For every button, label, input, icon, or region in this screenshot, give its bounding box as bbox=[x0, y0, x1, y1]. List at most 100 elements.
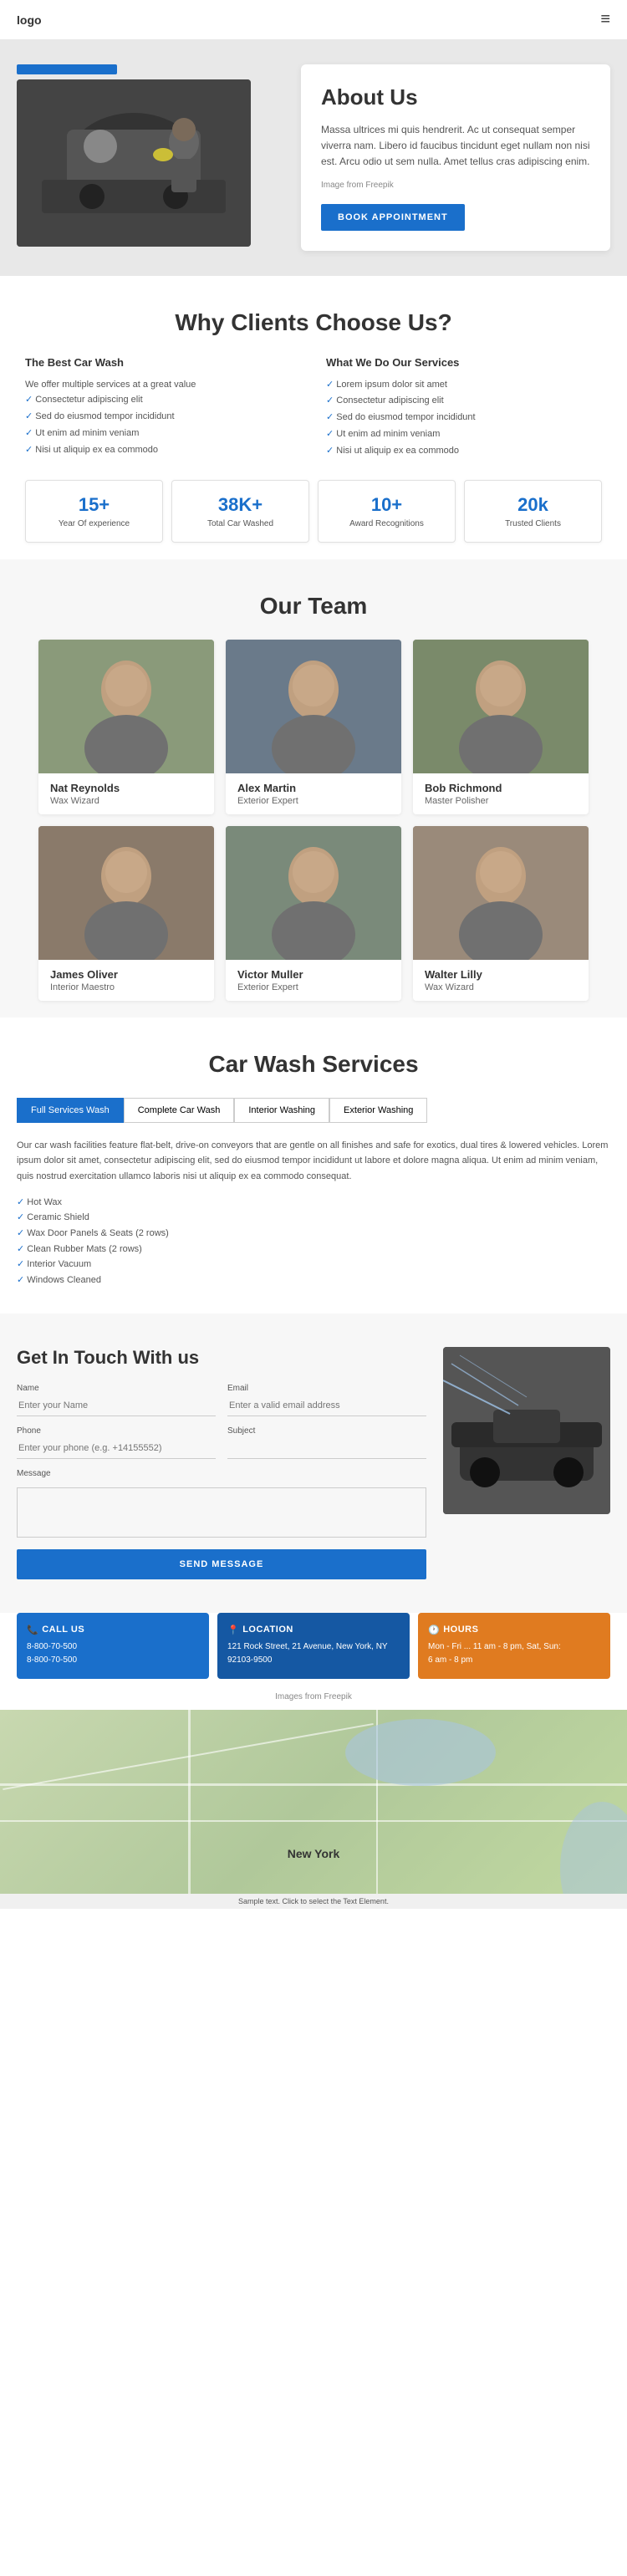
info-box-icon: 🕐 bbox=[428, 1625, 440, 1635]
services-content: Our car wash facilities feature flat-bel… bbox=[17, 1138, 610, 1288]
list-item: Windows Cleaned bbox=[17, 1273, 610, 1288]
stat-box: 20k Trusted Clients bbox=[464, 480, 602, 543]
hamburger-menu[interactable]: ≡ bbox=[600, 10, 610, 29]
services-title: Car Wash Services bbox=[17, 1051, 610, 1078]
why-col-2: What We Do Our Services Lorem ipsum dolo… bbox=[326, 356, 602, 460]
stat-box: 10+ Award Recognitions bbox=[318, 480, 456, 543]
service-tab[interactable]: Exterior Washing bbox=[329, 1098, 427, 1123]
team-member-role: Exterior Expert bbox=[237, 796, 390, 806]
why-grid: The Best Car Wash We offer multiple serv… bbox=[25, 356, 602, 460]
contact-title: Get In Touch With us bbox=[17, 1347, 426, 1369]
list-item: Hot Wax bbox=[17, 1195, 610, 1211]
email-field: Email bbox=[227, 1384, 426, 1416]
info-box-text: 8-800-70-500 bbox=[27, 1640, 199, 1654]
info-boxes: 📞 CALL US 8-800-70-5008-800-70-500 📍 LOC… bbox=[0, 1613, 627, 1687]
map-label: New York bbox=[288, 1847, 340, 1860]
stat-number: 15+ bbox=[34, 494, 154, 516]
name-label: Name bbox=[17, 1384, 216, 1393]
list-item: Ceramic Shield bbox=[17, 1210, 610, 1226]
subject-input[interactable] bbox=[227, 1438, 426, 1459]
name-field: Name bbox=[17, 1384, 216, 1416]
hero-image bbox=[17, 79, 251, 247]
subject-field: Subject bbox=[227, 1426, 426, 1459]
team-card: Walter Lilly Wax Wizard bbox=[413, 826, 589, 1001]
name-input[interactable] bbox=[17, 1395, 216, 1416]
service-tab[interactable]: Interior Washing bbox=[234, 1098, 329, 1123]
team-member-name: Alex Martin bbox=[237, 782, 390, 794]
team-info: Nat Reynolds Wax Wizard bbox=[38, 773, 214, 814]
list-item: Ut enim ad minim veniam bbox=[326, 426, 602, 443]
phone-input[interactable] bbox=[17, 1438, 216, 1459]
info-box-icon: 📞 bbox=[27, 1625, 38, 1635]
team-member-name: Bob Richmond bbox=[425, 782, 577, 794]
email-input[interactable] bbox=[227, 1395, 426, 1416]
list-item: Consectetur adipiscing elit bbox=[326, 393, 602, 410]
stat-number: 20k bbox=[473, 494, 593, 516]
team-member-role: Wax Wizard bbox=[50, 796, 202, 806]
stat-label: Trusted Clients bbox=[473, 519, 593, 528]
team-info: Victor Muller Exterior Expert bbox=[226, 960, 401, 1001]
why-title: Why Clients Choose Us? bbox=[25, 309, 602, 336]
team-info: Walter Lilly Wax Wizard bbox=[413, 960, 589, 1001]
team-member-role: Exterior Expert bbox=[237, 982, 390, 992]
service-tab[interactable]: Complete Car Wash bbox=[124, 1098, 235, 1123]
stat-number: 38K+ bbox=[181, 494, 300, 516]
list-item: Consectetur adipiscing elit bbox=[25, 392, 301, 409]
team-photo bbox=[413, 826, 589, 960]
services-list: Hot WaxCeramic ShieldWax Door Panels & S… bbox=[17, 1195, 610, 1288]
stat-label: Total Car Washed bbox=[181, 519, 300, 528]
team-info: Bob Richmond Master Polisher bbox=[413, 773, 589, 814]
why-section: Why Clients Choose Us? The Best Car Wash… bbox=[0, 276, 627, 559]
info-box-title: 📞 CALL US bbox=[27, 1625, 199, 1635]
about-body: Massa ultrices mi quis hendrerit. Ac ut … bbox=[321, 122, 590, 171]
team-section: Our Team Nat Reynolds Wax Wizard Ale bbox=[0, 559, 627, 1018]
tabs-row: Full Services WashComplete Car WashInter… bbox=[17, 1098, 610, 1123]
email-label: Email bbox=[227, 1384, 426, 1393]
team-card: James Oliver Interior Maestro bbox=[38, 826, 214, 1001]
info-box-icon: 📍 bbox=[227, 1625, 239, 1635]
list-item: Interior Vacuum bbox=[17, 1257, 610, 1273]
stat-number: 10+ bbox=[327, 494, 446, 516]
why-col1-title: The Best Car Wash bbox=[25, 356, 301, 369]
list-item: Sed do eiusmod tempor incididunt bbox=[25, 409, 301, 426]
book-appointment-button[interactable]: BOOK APPOINTMENT bbox=[321, 204, 465, 231]
team-member-role: Master Polisher bbox=[425, 796, 577, 806]
message-field: Message bbox=[17, 1469, 426, 1538]
why-col2-list: Lorem ipsum dolor sit ametConsectetur ad… bbox=[326, 377, 602, 460]
service-tab[interactable]: Full Services Wash bbox=[17, 1098, 124, 1123]
stat-label: Year Of experience bbox=[34, 519, 154, 528]
message-textarea[interactable] bbox=[17, 1487, 426, 1538]
list-item: Nisi ut aliquip ex ea commodo bbox=[326, 443, 602, 460]
about-title: About Us bbox=[321, 84, 590, 110]
team-card: Victor Muller Exterior Expert bbox=[226, 826, 401, 1001]
info-box-text: 6 am - 8 pm bbox=[428, 1654, 600, 1667]
contact-form: Get In Touch With us Name Email Phone Su… bbox=[17, 1347, 426, 1579]
team-photo bbox=[226, 640, 401, 773]
send-message-button[interactable]: SEND MESSAGE bbox=[17, 1549, 426, 1579]
image-credit: Image from Freepik bbox=[321, 179, 590, 192]
team-member-name: James Oliver bbox=[50, 968, 202, 981]
subject-label: Subject bbox=[227, 1426, 426, 1436]
team-info: James Oliver Interior Maestro bbox=[38, 960, 214, 1001]
why-col-1: The Best Car Wash We offer multiple serv… bbox=[25, 356, 301, 460]
team-title: Our Team bbox=[17, 593, 610, 620]
team-info: Alex Martin Exterior Expert bbox=[226, 773, 401, 814]
message-label: Message bbox=[17, 1469, 426, 1478]
hero-blue-accent-top bbox=[17, 64, 117, 74]
info-box-title: 📍 LOCATION bbox=[227, 1625, 400, 1635]
services-section: Car Wash Services Full Services WashComp… bbox=[0, 1018, 627, 1314]
info-box-text: 121 Rock Street, 21 Avenue, New York, NY… bbox=[227, 1640, 400, 1667]
team-member-role: Wax Wizard bbox=[425, 982, 577, 992]
list-item: Clean Rubber Mats (2 rows) bbox=[17, 1242, 610, 1257]
why-col2-title: What We Do Our Services bbox=[326, 356, 602, 369]
why-col1-text: We offer multiple services at a great va… bbox=[25, 377, 301, 393]
team-photo bbox=[38, 640, 214, 773]
contact-image bbox=[443, 1347, 610, 1514]
why-col1-list: Consectetur adipiscing elitSed do eiusmo… bbox=[25, 392, 301, 458]
team-card: Bob Richmond Master Polisher bbox=[413, 640, 589, 814]
team-member-name: Nat Reynolds bbox=[50, 782, 202, 794]
info-box-text: 8-800-70-500 bbox=[27, 1654, 199, 1667]
info-box: 🕐 HOURS Mon - Fri ... 11 am - 8 pm, Sat,… bbox=[418, 1613, 610, 1679]
list-item: Ut enim ad minim veniam bbox=[25, 426, 301, 442]
services-para: Our car wash facilities feature flat-bel… bbox=[17, 1138, 610, 1185]
